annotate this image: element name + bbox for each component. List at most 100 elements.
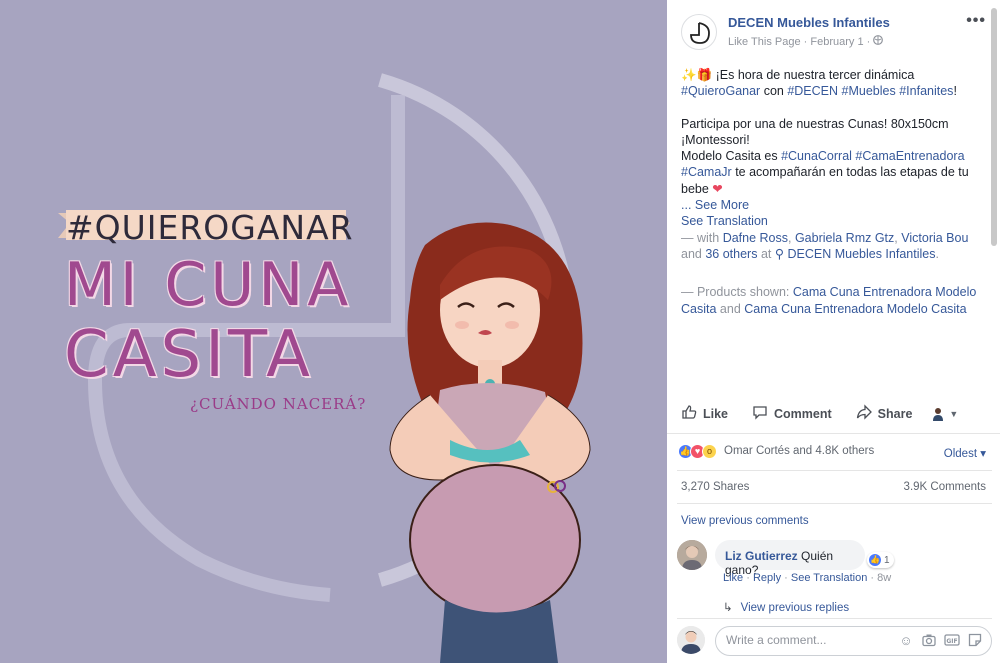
view-previous-replies[interactable]: ↳ View previous replies (723, 600, 849, 614)
comment-composer: ☺ GIF (677, 624, 992, 656)
comment-button[interactable]: Comment (752, 404, 832, 424)
sparkle-gift-emoji: ✨🎁 (681, 68, 713, 82)
chevron-down-icon: ▼ (949, 409, 959, 419)
mini-avatar-icon (932, 407, 944, 421)
location-pin-icon: ⚲ (774, 246, 784, 261)
comment-age[interactable]: 8w (877, 572, 891, 584)
hashtag-infanites[interactable]: #Infanites (899, 84, 953, 98)
panel-scrollbar[interactable] (991, 8, 997, 246)
post-side-panel: DECEN Muebles Infantiles Like This Page … (667, 0, 1000, 663)
photo-subtitle: ¿CUÁNDO NACERÁ? (190, 395, 367, 413)
comment-reply-link[interactable]: Reply (753, 572, 781, 584)
post-header: DECEN Muebles Infantiles Like This Page … (681, 12, 986, 52)
gif-icon[interactable]: GIF (944, 633, 960, 649)
comments-count[interactable]: 3.9K Comments (904, 481, 986, 493)
current-user-avatar[interactable] (677, 626, 705, 654)
reply-arrow-icon: ↳ (723, 602, 733, 614)
dot-separator: · (743, 572, 753, 584)
share-button[interactable]: Share (856, 404, 913, 424)
location-link[interactable]: DECEN Muebles Infantiles (787, 247, 935, 261)
divider (677, 503, 992, 504)
divider (677, 470, 992, 471)
ellipsis-text: ... (681, 198, 695, 213)
page-name-link[interactable]: DECEN Muebles Infantiles (728, 15, 890, 30)
divider (677, 618, 992, 619)
see-more-link[interactable]: See More (695, 198, 749, 212)
hashtag-quieroganar[interactable]: #QuieroGanar (681, 84, 760, 98)
photo-title-line1: MI CUNA (64, 250, 353, 320)
divider (667, 433, 1000, 434)
comment-input-box[interactable]: ☺ GIF (715, 626, 992, 656)
shares-count[interactable]: 3,270 Shares (681, 481, 749, 493)
meta-separator: · (803, 36, 808, 48)
post-meta: Like This Page · February 1 · (728, 35, 884, 48)
svg-text:GIF: GIF (946, 638, 957, 645)
heart-emoji: ❤ (712, 181, 723, 196)
photo-title-line2: CASITA (64, 318, 314, 392)
campaign-hashtag: #QUIEROGANAR (66, 208, 354, 247)
like-button[interactable]: Like (681, 404, 728, 424)
comment-reaction-badge[interactable]: 👍 1 (867, 552, 894, 568)
tagged-person-2[interactable]: Gabriela Rmz Gtz (795, 231, 894, 245)
view-previous-comments-link[interactable]: View previous comments (681, 515, 809, 527)
post-line: Participa por una de nuestras Cunas! 80x… (681, 116, 949, 131)
page-avatar[interactable] (681, 14, 717, 50)
share-label: Share (877, 407, 913, 421)
post-options-ellipsis-icon[interactable]: ••• (966, 12, 986, 30)
commenter-avatar[interactable] (677, 540, 707, 570)
thumbs-up-icon (681, 404, 697, 424)
like-reaction-icon: 👍 (869, 554, 881, 566)
share-arrow-icon (856, 404, 872, 424)
post-date[interactable]: February 1 (810, 36, 863, 48)
post-message: ✨🎁 ¡Es hora de nuestra tercer dinámica #… (681, 67, 986, 317)
hashtag-camajr[interactable]: #CamaJr (681, 165, 732, 179)
and-text: and (681, 246, 706, 261)
post-text-segment: ¡Es hora de nuestra tercer dinámica (712, 68, 915, 82)
engagement-counts: 3,270 Shares 3.9K Comments (681, 481, 986, 493)
meta-separator-2: · (866, 36, 871, 48)
like-label: Like (703, 407, 729, 421)
crib-logo-icon (690, 22, 710, 44)
like-page-link[interactable]: Like This Page (728, 36, 801, 48)
comment-translation-link[interactable]: See Translation (791, 572, 867, 584)
sticker-icon[interactable] (967, 633, 983, 649)
tagged-others-link[interactable]: 36 others (705, 247, 757, 261)
camera-icon[interactable] (921, 633, 937, 649)
post-actions: Like Comment Share ▼ (681, 402, 986, 426)
tagged-person-1[interactable]: Dafne Ross (723, 231, 788, 245)
comment-input[interactable] (726, 633, 896, 647)
and-text-2: and (716, 301, 745, 316)
comment-item: Liz Gutierrez Quién gano? 👍 1 Like · Rep… (677, 538, 992, 588)
reactions-summary[interactable]: 👍 ♥ o Omar Cortés and 4.8K others Oldest… (678, 444, 988, 462)
post-line: ¡Montessori! (681, 132, 750, 147)
identity-chooser[interactable]: ▼ (932, 407, 958, 421)
view-previous-replies-label: View previous replies (740, 602, 850, 614)
hashtag-cunacorral[interactable]: #CunaCorral (781, 149, 852, 163)
see-translation-link[interactable]: See Translation (681, 214, 768, 228)
dot-separator: · (781, 572, 791, 584)
hashtag-muebles[interactable]: #Muebles (842, 84, 896, 98)
post-photo[interactable]: #QUIEROGANAR MI CUNA CASITA ¿CUÁNDO NACE… (0, 0, 667, 663)
products-prefix: — Products shown: (681, 285, 793, 300)
period-text: . (935, 246, 939, 261)
comment-author-link[interactable]: Liz Gutierrez (725, 549, 798, 563)
hashtag-decen[interactable]: #DECEN (787, 84, 838, 98)
post-text-segment: con (760, 84, 788, 99)
post-text-segment: Modelo Casita es (681, 149, 782, 164)
globe-icon (873, 35, 884, 48)
comment-bubble: Liz Gutierrez Quién gano? (715, 540, 865, 577)
product-link-2[interactable]: Cama Cuna Entrenadora Modelo Casita (744, 302, 966, 316)
emoji-icon[interactable]: ☺ (898, 633, 914, 649)
hashtag-camaentrenadora[interactable]: #CamaEntrenadora (855, 149, 964, 163)
tagged-person-3[interactable]: Victoria Bou (901, 231, 968, 245)
comment-sort-dropdown[interactable]: Oldest ▾ (944, 446, 986, 460)
comment-like-link[interactable]: Like (723, 572, 743, 584)
comment-actions: Like · Reply · See Translation · 8w (723, 572, 891, 584)
speech-bubble-icon (752, 404, 768, 424)
reactors-text[interactable]: Omar Cortés and 4.8K others (724, 445, 874, 457)
dot-separator: · (867, 572, 878, 584)
at-text: at (757, 246, 775, 261)
with-prefix: — with (681, 230, 723, 245)
post-text-segment: ! (953, 84, 957, 99)
comment-label: Comment (774, 407, 832, 421)
